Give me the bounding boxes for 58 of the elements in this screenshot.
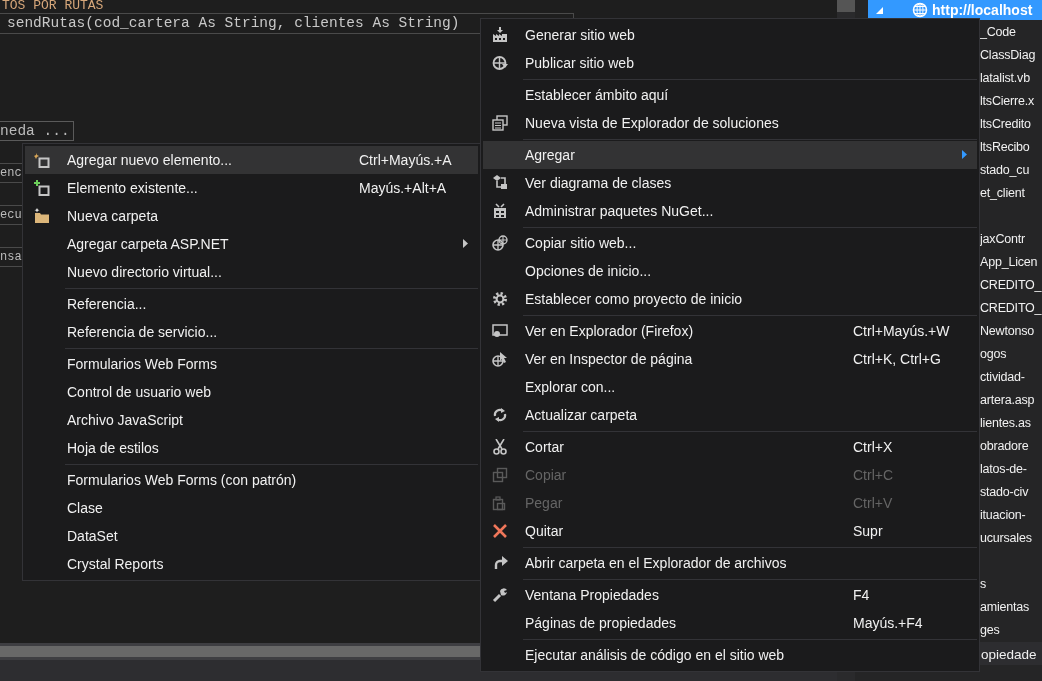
- paste-icon: [492, 495, 508, 511]
- menu-item[interactable]: Publicar sitio web: [483, 49, 977, 77]
- menu-item[interactable]: Explorar con...: [483, 373, 977, 401]
- menu-item[interactable]: Referencia de servicio...: [25, 318, 478, 346]
- square-star-icon: [34, 152, 50, 168]
- menu-item[interactable]: Nueva vista de Explorador de soluciones: [483, 109, 977, 137]
- wrench-icon: [492, 587, 508, 603]
- menu-item[interactable]: Ver diagrama de clases: [483, 169, 977, 197]
- factory-icon: [492, 27, 508, 43]
- menu-item[interactable]: Opciones de inicio...: [483, 257, 977, 285]
- menu-item[interactable]: Formularios Web Forms (con patrón): [25, 466, 478, 494]
- globe-icon: [912, 1, 928, 18]
- menu-item[interactable]: Agregar nuevo elemento... Ctrl+Mayús.+A: [25, 146, 478, 174]
- menu-item[interactable]: Ver en Inspector de página Ctrl+K, Ctrl+G: [483, 345, 977, 373]
- submenu-arrow-icon: [463, 239, 468, 248]
- menu-item[interactable]: Copiar sitio web...: [483, 229, 977, 257]
- windows-icon: [492, 115, 508, 131]
- menu-item[interactable]: DataSet: [25, 522, 478, 550]
- menu-item[interactable]: Abrir carpeta en el Explorador de archivos: [483, 549, 977, 577]
- menu-item[interactable]: Cortar Ctrl+X: [483, 433, 977, 461]
- submenu-arrow-icon: [962, 150, 967, 159]
- refresh-icon: [492, 407, 508, 423]
- menu-item[interactable]: Nuevo directorio virtual...: [25, 258, 478, 286]
- window-icon: [492, 323, 508, 339]
- menu-item[interactable]: Control de usuario web: [25, 378, 478, 406]
- menu-item[interactable]: Clase: [25, 494, 478, 522]
- menu-item[interactable]: Actualizar carpeta: [483, 401, 977, 429]
- menu-item[interactable]: Hoja de estilos: [25, 434, 478, 462]
- menu-item[interactable]: Administrar paquetes NuGet...: [483, 197, 977, 225]
- square-plus-icon: [34, 180, 50, 196]
- menu-item[interactable]: Nueva carpeta: [25, 202, 478, 230]
- code-comment: TOS POR RUTAS: [1, 0, 104, 12]
- search-field[interactable]: neda ...: [0, 121, 74, 141]
- menu-item[interactable]: Formularios Web Forms: [25, 350, 478, 378]
- menu-item[interactable]: Elemento existente... Mayús.+Alt+A: [25, 174, 478, 202]
- menu-item[interactable]: Quitar Supr: [483, 517, 977, 545]
- folder-icon: [34, 208, 50, 224]
- cross-icon: [492, 523, 508, 539]
- package-icon: [492, 203, 508, 219]
- menu-item[interactable]: Archivo JavaScript: [25, 406, 478, 434]
- globe-cursor-icon: [492, 351, 508, 367]
- menu-item[interactable]: Agregar carpeta ASP.NET: [25, 230, 478, 258]
- menu-item[interactable]: Ejecutar análisis de código en el sitio web: [483, 641, 977, 669]
- globe-arrow-icon: [492, 55, 508, 71]
- menu-item[interactable]: Agregar: [483, 141, 977, 169]
- menu-item[interactable]: Ver en Explorador (Firefox) Ctrl+Mayús.+W: [483, 317, 977, 345]
- scissors-icon: [492, 439, 508, 455]
- diagram-icon: [492, 175, 508, 191]
- globe-icon: [492, 235, 508, 251]
- curved-arrow-icon: [492, 555, 508, 571]
- menu-item[interactable]: Establecer ámbito aquí: [483, 81, 977, 109]
- menu-item[interactable]: Referencia...: [25, 290, 478, 318]
- settings-icon: [492, 291, 508, 307]
- copy-icon: [492, 467, 508, 483]
- menu-item[interactable]: Páginas de propiedades Mayús.+F4: [483, 609, 977, 637]
- menu-item[interactable]: Crystal Reports: [25, 550, 478, 578]
- menu-item[interactable]: Establecer como proyecto de inicio: [483, 285, 977, 313]
- menu-item[interactable]: Ventana Propiedades F4: [483, 581, 977, 609]
